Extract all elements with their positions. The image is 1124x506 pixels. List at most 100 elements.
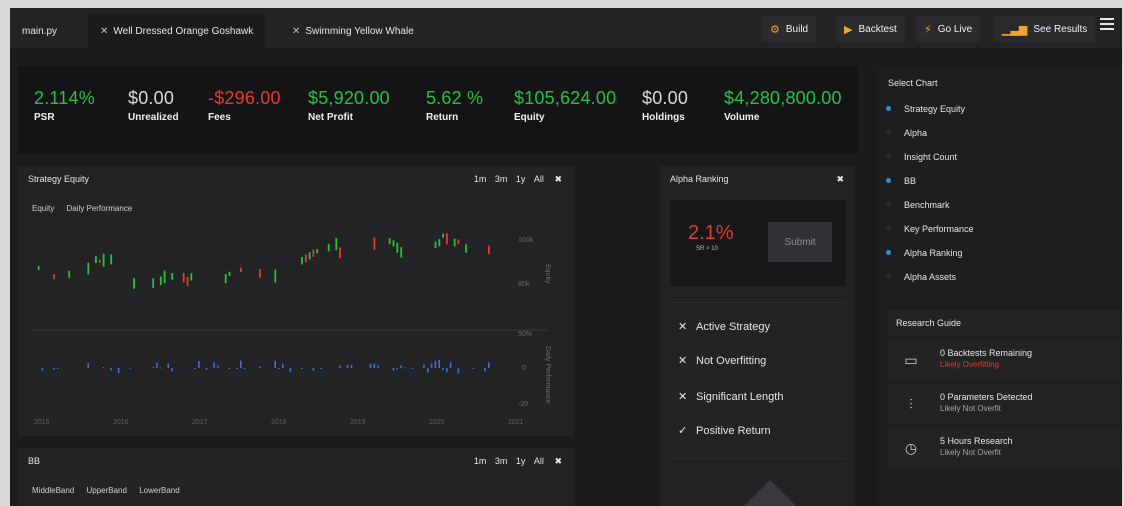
build-label: Build [785, 23, 809, 35]
range-3m[interactable]: 3m [495, 174, 508, 184]
performance-bar [430, 363, 433, 368]
guide-status: Likely Not Overfit [940, 404, 1001, 413]
performance-bar [194, 368, 196, 369]
close-icon[interactable]: ✖ [554, 174, 562, 184]
guide-parameters-detected: ⫶ 0 Parameters Detected Likely Not Overf… [888, 384, 1122, 424]
range-all[interactable]: All [534, 174, 544, 184]
stat-holdings: $0.00 Holdings [642, 88, 688, 123]
stat-value: $0.00 [642, 88, 689, 108]
performance-bar [41, 368, 44, 371]
performance-bar [110, 368, 112, 371]
close-icon[interactable]: ✖ [554, 456, 562, 466]
equity-candle [53, 274, 55, 280]
range-1y[interactable]: 1y [516, 174, 526, 184]
hamburger-menu-icon[interactable] [1100, 18, 1114, 30]
chart-option-strategy-equity[interactable]: Strategy Equity [886, 104, 965, 114]
performance-bar [56, 368, 59, 369]
equity-candle [228, 271, 231, 276]
performance-bar [442, 368, 444, 370]
build-button[interactable]: ⚙ Build [762, 16, 817, 42]
performance-bar [434, 360, 437, 368]
go-live-button[interactable]: ⚡ Go Live [916, 16, 981, 42]
see-results-button[interactable]: ▁▃▆ See Results [994, 16, 1096, 42]
chart-option-alpha-assets[interactable]: Alpha Assets [886, 272, 956, 282]
chart-option-insight-count[interactable]: Insight Count [886, 152, 957, 162]
tab-label: Well Dressed Orange Goshawk [113, 25, 254, 37]
guide-title: 5 Hours Research [940, 436, 1013, 446]
performance-bar [377, 365, 379, 368]
performance-bar [411, 368, 414, 369]
select-chart-title: Select Chart [888, 78, 938, 88]
perf-axis-label: Daily Performance [544, 346, 551, 404]
stat-net-profit: $5,920.00 Net Profit [308, 88, 390, 123]
performance-bar [259, 366, 261, 368]
perf-tick-neg20: -20 [518, 401, 528, 408]
equity-tick-80k: 80k [518, 281, 530, 288]
range-all[interactable]: All [534, 456, 544, 466]
performance-bar [228, 368, 231, 369]
alpha-score-box: 2.1% SR > 10 Submit [670, 200, 846, 286]
unselected-dot-icon [886, 130, 891, 135]
equity-candle [304, 254, 307, 263]
equity-candle [442, 233, 444, 238]
performance-bar [171, 368, 173, 372]
legend-daily-performance[interactable]: Daily Performance [66, 204, 132, 213]
range-1m[interactable]: 1m [474, 174, 487, 184]
stat-label: Unrealized [128, 112, 179, 123]
performance-bar [278, 368, 280, 369]
backtest-button[interactable]: ▶ Backtest [836, 16, 905, 42]
performance-bar [129, 367, 131, 369]
x-mark-icon: ✕ [678, 321, 688, 333]
equity-candle [446, 233, 448, 245]
chart-option-alpha-ranking[interactable]: Alpha Ranking [886, 248, 963, 258]
collapse-arrow-icon[interactable] [744, 480, 796, 506]
divider [670, 458, 846, 459]
submit-button[interactable]: Submit [768, 222, 832, 262]
performance-bar [152, 367, 154, 369]
range-1y[interactable]: 1y [516, 456, 526, 466]
tab-well-dressed-orange-goshawk[interactable]: ✕ Well Dressed Orange Goshawk [88, 14, 266, 48]
close-icon[interactable]: ✖ [836, 174, 844, 185]
chart-option-bb[interactable]: BB [886, 176, 916, 186]
legend-lowerband[interactable]: LowerBand [139, 486, 179, 495]
option-label: Benchmark [904, 200, 950, 210]
equity-candle [388, 238, 391, 245]
equity-candle [182, 272, 185, 283]
performance-bar [102, 367, 105, 368]
performance-bar [301, 368, 303, 369]
unselected-dot-icon [886, 274, 891, 279]
check-active-strategy: ✕ Active Strategy [678, 320, 770, 333]
guide-hours-research: ◷ 5 Hours Research Likely Not Overfit [888, 428, 1122, 468]
stat-label: Volume [724, 112, 760, 123]
range-1m[interactable]: 1m [474, 456, 487, 466]
x-mark-icon: ✕ [678, 355, 688, 367]
legend-middleband[interactable]: MiddleBand [32, 486, 74, 495]
equity-candle [110, 254, 113, 265]
stat-value: -$296.00 [208, 88, 281, 108]
legend-upperband[interactable]: UpperBand [86, 486, 126, 495]
statistics-bar: 2.114% PSR $0.00 Unrealized -$296.00 Fee… [18, 66, 858, 154]
equity-candle [163, 270, 166, 284]
range-selector: 1m 3m 1y All ✖ [468, 174, 562, 185]
tab-swimming-yellow-whale[interactable]: ✕ Swimming Yellow Whale [280, 14, 426, 48]
close-icon[interactable]: ✕ [292, 26, 300, 37]
performance-bar [87, 363, 89, 368]
chart-option-benchmark[interactable]: Benchmark [886, 200, 950, 210]
close-icon[interactable]: ✕ [100, 26, 108, 37]
chart-option-alpha[interactable]: Alpha [886, 128, 927, 138]
range-3m[interactable]: 3m [495, 456, 508, 466]
gears-icon: ⚙ [770, 23, 780, 36]
legend-equity[interactable]: Equity [32, 204, 54, 213]
tab-main-py[interactable]: main.py [10, 14, 70, 48]
x-axis-years: 2015 2016 2017 2018 2019 2020 2021 [34, 419, 524, 426]
research-guide-title: Research Guide [888, 310, 1122, 336]
guide-backtests-remaining: ▭ 0 Backtests Remaining Likely Overfitti… [888, 340, 1122, 380]
chart-option-key-performance[interactable]: Key Performance [886, 224, 974, 234]
x-tick-year: 2015 [34, 419, 50, 426]
x-tick-year: 2017 [192, 419, 208, 426]
x-tick-year: 2021 [508, 419, 524, 426]
selected-dot-icon [886, 178, 891, 183]
stat-label: Fees [208, 112, 231, 123]
x-tick-year: 2019 [350, 419, 366, 426]
equity-candle [171, 273, 174, 280]
